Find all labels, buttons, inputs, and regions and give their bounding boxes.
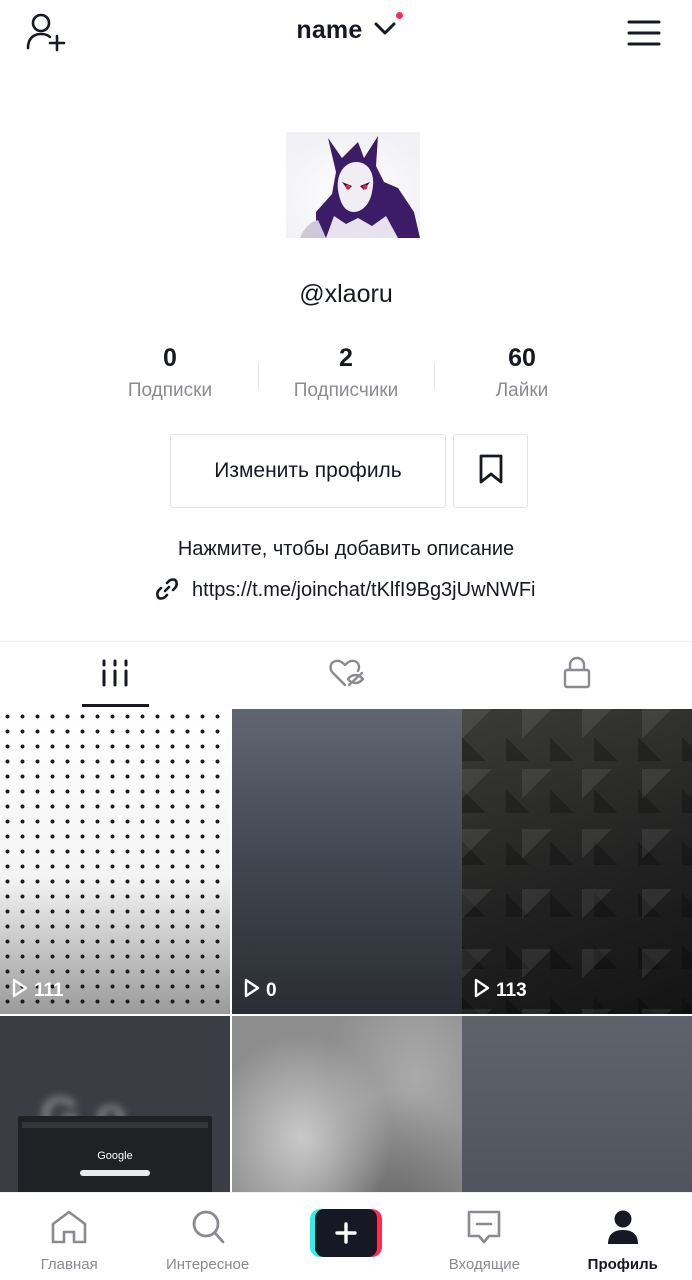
likes-count: 60	[508, 344, 536, 372]
plus-icon	[314, 1209, 377, 1257]
account-switcher[interactable]: name	[0, 16, 692, 45]
inbox-icon	[465, 1209, 503, 1250]
tab-private[interactable]	[461, 642, 692, 708]
nav-profile-label: Профиль	[587, 1256, 658, 1273]
view-count: 0	[244, 978, 277, 1004]
browser-screenshot: Google	[18, 1116, 212, 1194]
likes-stat[interactable]: 60 Лайки	[434, 340, 610, 412]
video-thumbnail[interactable]: 111	[0, 709, 230, 1014]
profile-stats: 0 Подписки 2 Подписчики 60 Лайки	[82, 340, 610, 412]
content-tabs	[0, 642, 692, 708]
following-count: 0	[163, 344, 177, 372]
avatar[interactable]	[286, 132, 420, 238]
view-count-text: 0	[266, 980, 277, 1001]
grid-icon	[100, 658, 130, 693]
bottom-navigation: Главная Интересное Входящие Профиль	[0, 1192, 692, 1280]
account-name: name	[296, 16, 363, 44]
video-thumbnail[interactable]: 0	[232, 709, 462, 1014]
video-thumbnail[interactable]	[462, 1016, 692, 1194]
active-tab-indicator	[82, 704, 149, 707]
lock-icon	[562, 656, 592, 695]
view-count-text: 111	[34, 980, 64, 1001]
google-logo-text: Google	[97, 1150, 133, 1162]
play-icon	[474, 978, 496, 1004]
nav-inbox-label: Входящие	[448, 1256, 520, 1273]
followers-count: 2	[339, 344, 353, 372]
following-stat[interactable]: 0 Подписки	[82, 340, 258, 412]
following-label: Подписки	[127, 380, 213, 401]
search-icon	[189, 1209, 227, 1250]
top-bar: name	[0, 0, 692, 70]
video-thumbnail[interactable]	[232, 1016, 462, 1194]
browser-tab-bar	[22, 1122, 208, 1128]
nav-discover-label: Интересное	[165, 1256, 250, 1273]
nav-home-label: Главная	[40, 1256, 98, 1273]
likes-label: Лайки	[495, 380, 549, 401]
video-thumbnail[interactable]: G o Google	[0, 1016, 230, 1194]
profile-link[interactable]: https://t.me/joinchat/tKlfI9Bg3jUwNWFi	[0, 577, 692, 602]
notification-dot	[396, 12, 403, 19]
view-count-text: 113	[496, 980, 527, 1001]
video-thumbnail[interactable]: 113	[462, 709, 692, 1014]
video-grid: 111 0 113 G o Google	[0, 709, 692, 1194]
link-icon	[156, 577, 192, 601]
followers-label: Подписчики	[293, 380, 399, 401]
username: @xlaoru	[299, 280, 393, 308]
bookmark-icon	[478, 453, 504, 490]
menu-icon[interactable]	[626, 18, 662, 48]
nav-create[interactable]	[277, 1193, 415, 1280]
nav-profile[interactable]: Профиль	[554, 1193, 692, 1280]
nav-home[interactable]: Главная	[0, 1193, 138, 1280]
play-icon	[12, 978, 34, 1004]
liked-hidden-icon	[328, 657, 365, 694]
create-button[interactable]	[309, 1209, 382, 1257]
tab-videos[interactable]	[0, 642, 231, 708]
play-icon	[244, 978, 266, 1004]
view-count: 111	[12, 978, 64, 1004]
nav-inbox[interactable]: Входящие	[415, 1193, 553, 1280]
google-search-box	[80, 1170, 150, 1176]
bio-placeholder[interactable]: Нажмите, чтобы добавить описание	[0, 538, 692, 561]
chevron-down-icon	[374, 14, 396, 43]
profile-icon	[604, 1209, 642, 1250]
tab-liked[interactable]	[231, 642, 462, 708]
followers-stat[interactable]: 2 Подписчики	[258, 340, 434, 412]
profile-link-text: https://t.me/joinchat/tKlfI9Bg3jUwNWFi	[192, 579, 536, 601]
nav-discover[interactable]: Интересное	[138, 1193, 276, 1280]
view-count: 113	[474, 978, 527, 1004]
edit-profile-button[interactable]: Изменить профиль	[170, 434, 446, 508]
home-icon	[50, 1209, 88, 1250]
favorites-button[interactable]	[453, 434, 528, 508]
